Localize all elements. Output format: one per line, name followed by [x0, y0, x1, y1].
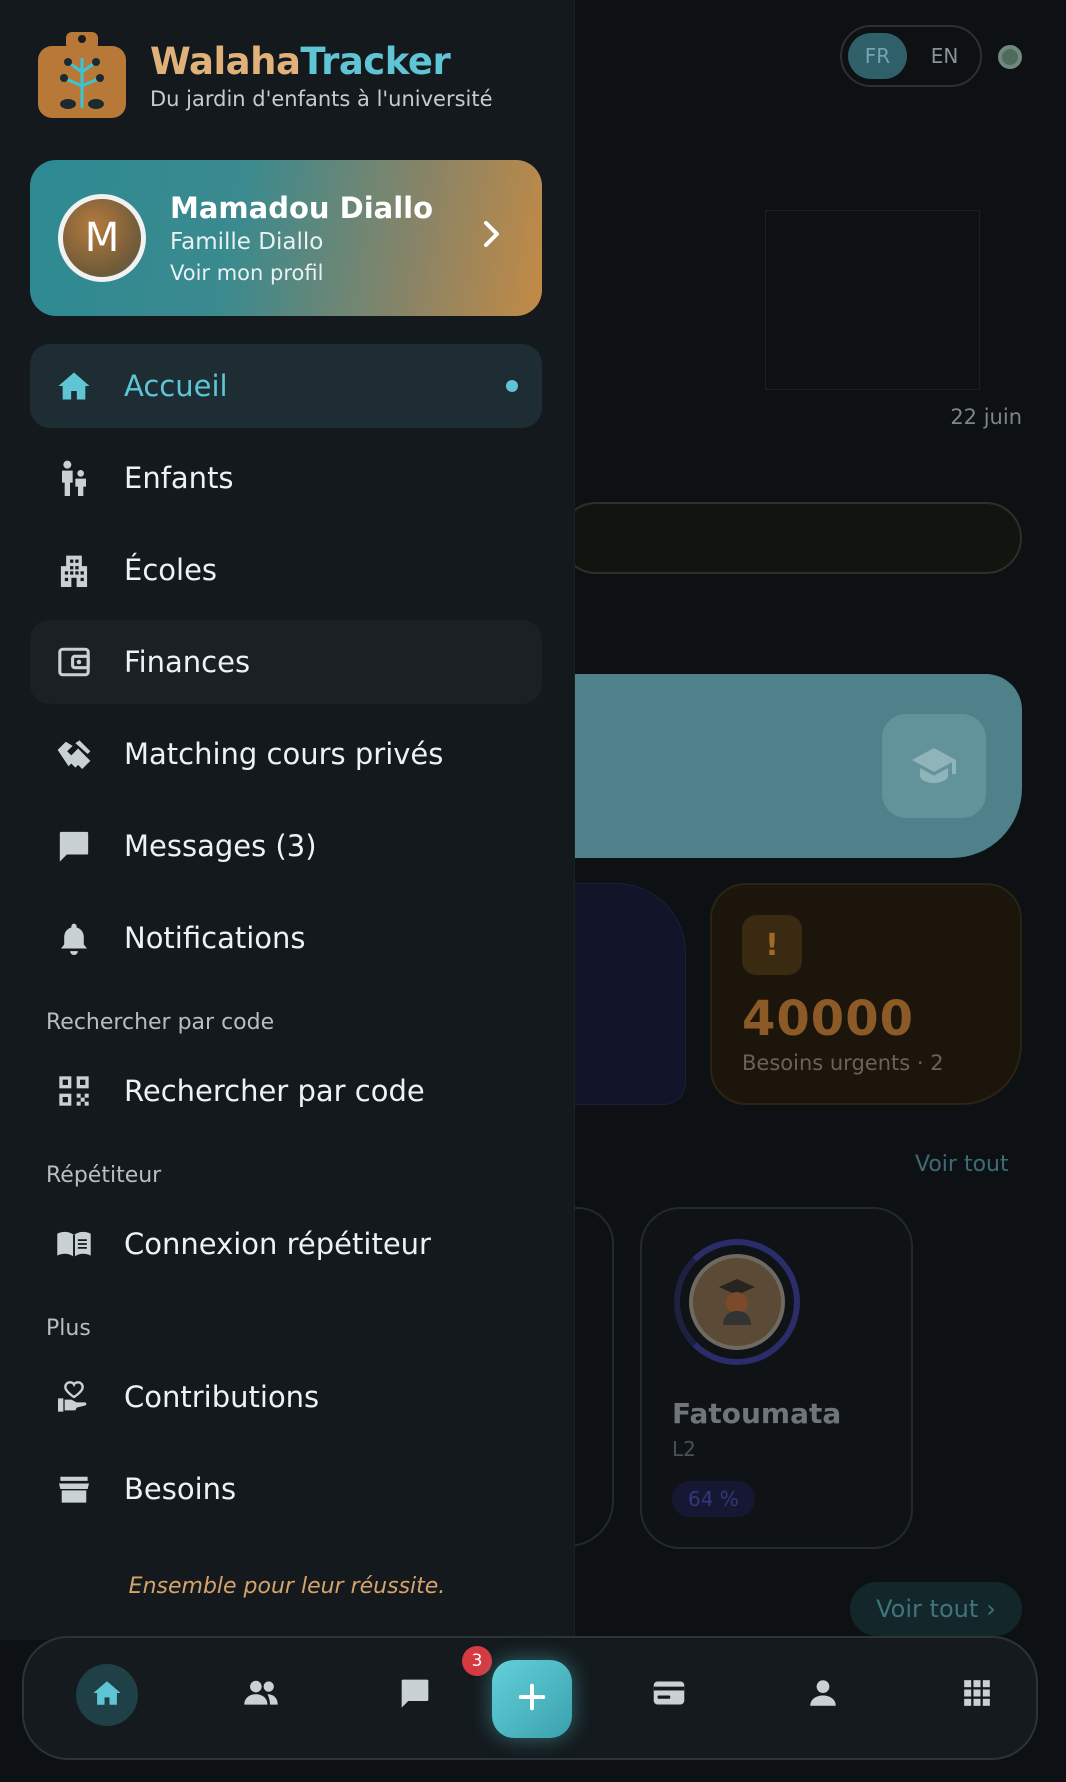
bottom-nav-apps[interactable] — [946, 1664, 1008, 1726]
urgent-needs-amount: 40000 — [742, 991, 914, 1047]
brand-title-part2: Tracker — [300, 39, 451, 83]
wallet-icon — [56, 644, 92, 680]
family-icon — [56, 460, 92, 496]
nav-item-enfants[interactable]: Enfants — [30, 436, 542, 520]
nav-item-label: Messages (3) — [124, 829, 317, 863]
home-icon — [56, 368, 92, 404]
bell-icon — [56, 920, 92, 956]
lang-fr-option[interactable]: FR — [848, 33, 907, 79]
graduation-cap-icon — [882, 714, 986, 818]
person-icon — [809, 1679, 837, 1711]
building-icon — [56, 552, 92, 588]
nav-item-label: Finances — [124, 645, 251, 679]
chevron-right-icon: › — [986, 1595, 996, 1623]
handshake-icon — [56, 736, 92, 772]
nav-item-label: Enfants — [124, 461, 234, 495]
brand-title: WalahaTracker — [150, 40, 493, 83]
section-title-tutor: Répétiteur — [46, 1163, 162, 1188]
active-indicator — [506, 380, 518, 392]
drawer-menu-scroll[interactable]: Accueil Enfants Écoles Finances Matching… — [0, 344, 574, 1546]
nav-item-label: Notifications — [124, 921, 306, 955]
see-all-button[interactable]: Voir tout › — [850, 1582, 1022, 1636]
brand-header: WalahaTracker Du jardin d'enfants à l'un… — [36, 30, 493, 120]
drawer-tagline: Ensemble pour leur réussite. — [128, 1574, 446, 1599]
nav-item-notifications[interactable]: Notifications — [30, 896, 542, 980]
nav-item-matching-cours-prives[interactable]: Matching cours privés — [30, 712, 542, 796]
avatar: M — [58, 194, 146, 282]
brand-logo — [36, 30, 128, 120]
nav-item-label: Rechercher par code — [124, 1074, 425, 1108]
bottom-nav-home[interactable] — [76, 1664, 138, 1726]
nav-item-besoins[interactable]: Besoins — [30, 1447, 542, 1531]
view-profile-link: Voir mon profil — [170, 261, 324, 285]
profile-card[interactable]: M Mamadou Diallo Famille Diallo Voir mon… — [30, 160, 542, 316]
child-progress-badge: 64 % — [672, 1481, 755, 1517]
chat-icon — [56, 828, 92, 864]
qr-code-icon — [56, 1073, 92, 1109]
nav-item-label: Accueil — [124, 369, 228, 403]
progress-ring — [674, 1239, 800, 1365]
nav-item-label: Contributions — [124, 1380, 320, 1414]
donate-heart-icon — [56, 1379, 92, 1415]
navigation-drawer: WalahaTracker Du jardin d'enfants à l'un… — [0, 0, 575, 1640]
nav-item-label: Matching cours privés — [124, 737, 444, 771]
apps-grid-icon — [963, 1679, 991, 1711]
bottom-nav-profile[interactable] — [792, 1664, 854, 1726]
payment-icon — [652, 1679, 686, 1711]
child-avatar — [689, 1254, 785, 1350]
people-icon — [243, 1680, 279, 1710]
section-title-search: Rechercher par code — [46, 1010, 275, 1035]
store-icon — [56, 1471, 92, 1507]
bottom-nav-messages[interactable] — [384, 1664, 446, 1726]
nav-item-accueil[interactable]: Accueil — [30, 344, 542, 428]
see-all-button-label: Voir tout — [876, 1595, 979, 1623]
see-all-link[interactable]: Voir tout — [915, 1152, 1009, 1177]
urgent-needs-card[interactable]: ! 40000 Besoins urgents · 2 — [710, 883, 1022, 1105]
chat-icon — [399, 1677, 431, 1713]
chart-area — [765, 210, 980, 390]
child-level: L2 — [672, 1437, 696, 1461]
home-icon — [92, 1680, 122, 1710]
search-bar[interactable] — [560, 502, 1022, 574]
nav-item-finances[interactable]: Finances — [30, 620, 542, 704]
profile-family: Famille Diallo — [170, 229, 324, 255]
bottom-nav-payments[interactable] — [638, 1664, 700, 1726]
nav-item-contributions[interactable]: Contributions — [30, 1355, 542, 1439]
add-button[interactable] — [492, 1660, 572, 1738]
child-card[interactable]: Fatoumata L2 64 % — [640, 1207, 913, 1549]
profile-name: Mamadou Diallo — [170, 191, 434, 225]
add-icon — [517, 1682, 547, 1716]
alert-icon: ! — [742, 915, 802, 975]
nav-item-label: Connexion répétiteur — [124, 1227, 431, 1261]
status-indicator — [998, 45, 1022, 69]
bottom-nav-people[interactable] — [230, 1664, 292, 1726]
bottom-navigation-bar: 3 — [22, 1636, 1038, 1760]
stat-card[interactable] — [560, 883, 686, 1105]
nav-item-messages[interactable]: Messages (3) — [30, 804, 542, 888]
section-title-more: Plus — [46, 1316, 91, 1341]
nav-item-rechercher-par-code[interactable]: Rechercher par code — [30, 1049, 542, 1133]
chevron-right-icon — [472, 218, 512, 258]
date-label: 22 juin — [950, 405, 1022, 429]
lang-en-option[interactable]: EN — [915, 33, 974, 79]
nav-item-ecoles[interactable]: Écoles — [30, 528, 542, 612]
child-name: Fatoumata — [672, 1397, 842, 1430]
book-icon — [56, 1226, 92, 1262]
urgent-needs-label: Besoins urgents · 2 — [742, 1051, 944, 1075]
messages-badge: 3 — [462, 1646, 492, 1676]
nav-item-label: Besoins — [124, 1472, 237, 1506]
brand-title-part1: Walaha — [150, 39, 301, 83]
language-toggle[interactable]: FR EN — [840, 25, 982, 87]
nav-item-connexion-repetiteur[interactable]: Connexion répétiteur — [30, 1202, 542, 1286]
nav-item-label: Écoles — [124, 553, 218, 587]
brand-subtitle: Du jardin d'enfants à l'université — [150, 86, 493, 111]
